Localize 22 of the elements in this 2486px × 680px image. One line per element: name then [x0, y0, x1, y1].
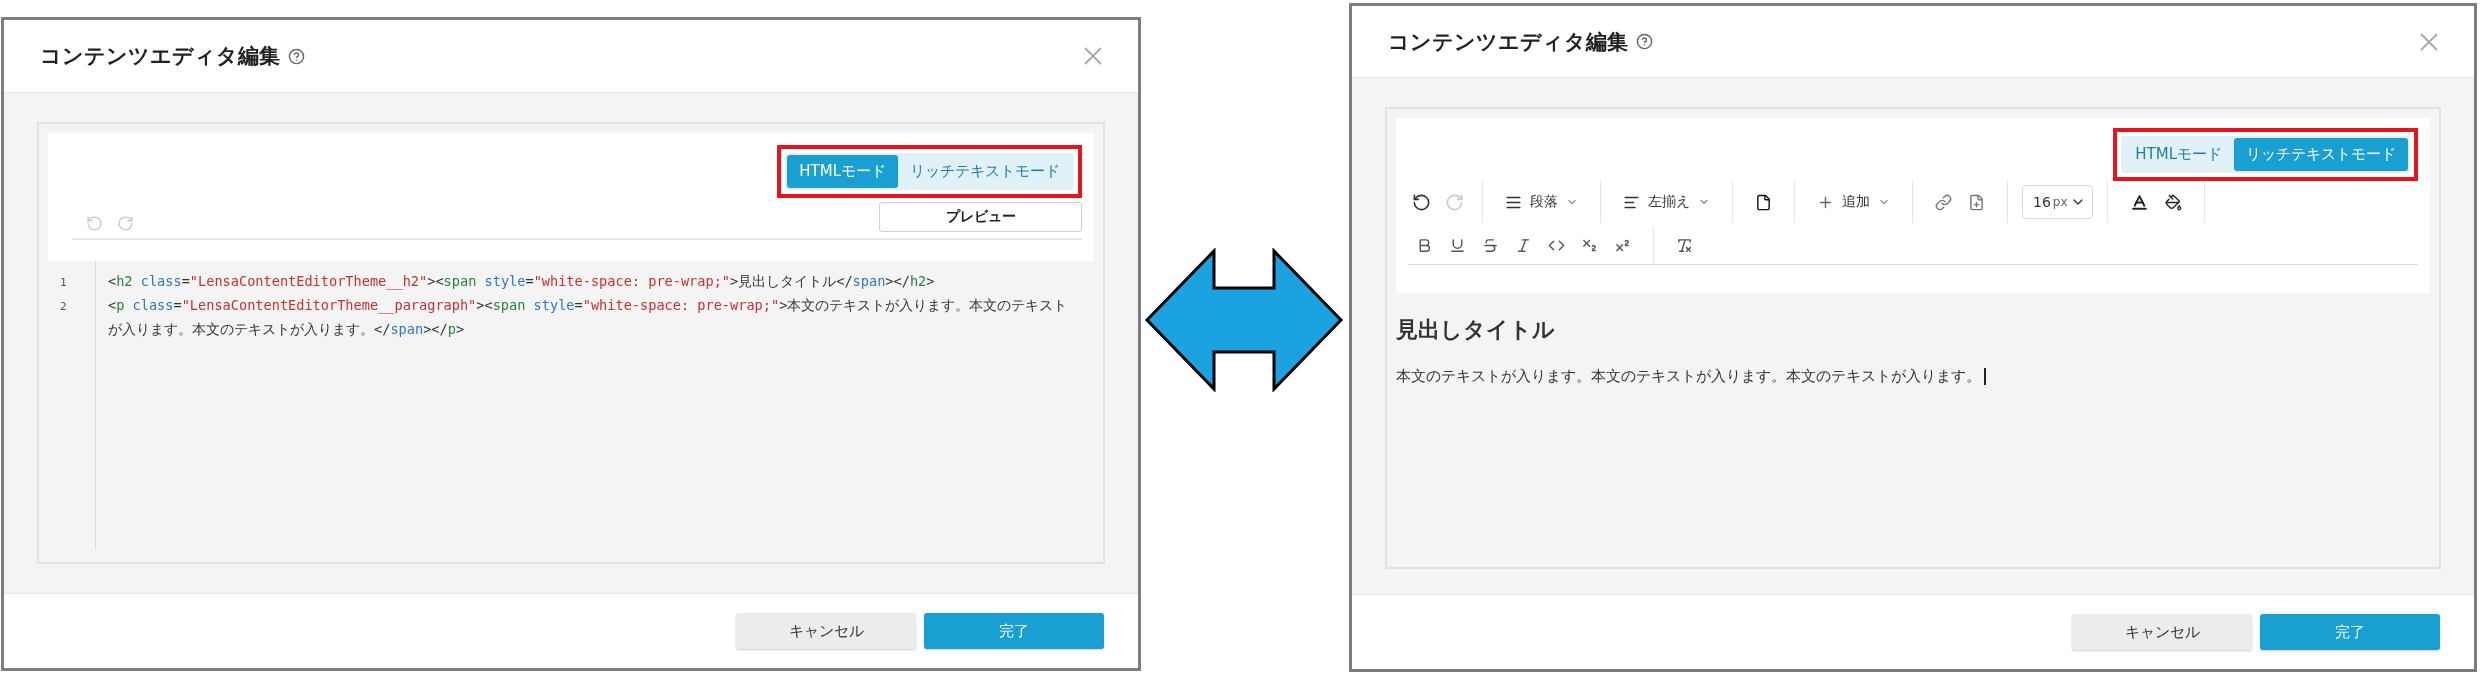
- line-number: 1: [59, 275, 68, 291]
- cancel-button[interactable]: キャンセル: [736, 613, 916, 649]
- help-icon[interactable]: [288, 47, 305, 65]
- double-arrow-icon: [1144, 248, 1344, 392]
- dialog-title: コンテンツエディタ編集: [40, 43, 280, 70]
- preview-button[interactable]: プレビュー: [879, 202, 1082, 232]
- align-dropdown[interactable]: 左揃え: [1615, 189, 1718, 215]
- content-paragraph: 本文のテキストが入ります。本文のテキストが入ります。本文のテキストが入ります。: [1396, 367, 1981, 386]
- cancel-button[interactable]: キャンセル: [2072, 614, 2252, 650]
- undo-icon[interactable]: [1412, 192, 1431, 212]
- content-heading: 見出しタイトル: [1396, 316, 1556, 344]
- insert-dropdown[interactable]: 追加: [1809, 189, 1898, 215]
- dialog-title: コンテンツエディタ編集: [1388, 28, 1628, 56]
- mode-tab[interactable]: HTMLモード: [2123, 138, 2234, 171]
- text-cursor: [1984, 368, 1986, 385]
- code-line: <p class="LensaContentEditorTheme__paragraph"><span style="white-space: pre-wrap;">本文のテキストが入ります。本文のテキストが入ります。本文のテキストが入ります。</span></p>: [108, 296, 1069, 339]
- mode-tab[interactable]: リッチテキストモード: [898, 155, 1072, 188]
- font-size-select[interactable]: 16 px: [2022, 185, 2093, 219]
- code-line: <h2 class="LensaContentEditorTheme__h2"><span style="white-space: pre-wrap;">見出しタイトル</span></h2>: [108, 272, 936, 292]
- paragraph-style-dropdown[interactable]: 段落: [1497, 189, 1586, 215]
- help-icon[interactable]: [1636, 33, 1653, 50]
- line-number: 2: [59, 299, 68, 315]
